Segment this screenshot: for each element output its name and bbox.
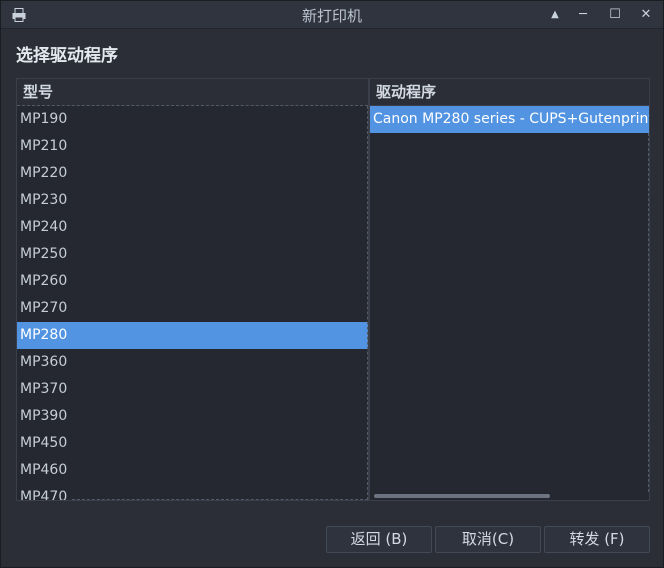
horizontal-scrollbar[interactable] xyxy=(374,494,550,498)
forward-button[interactable]: 转发 (F) xyxy=(544,526,650,553)
model-list[interactable]: MP190 MP210 MP220 MP230 MP240 MP250 MP260 MP270… xyxy=(17,106,368,500)
model-list-item[interactable]: MP460 xyxy=(17,457,368,484)
model-list-item[interactable]: MP230 xyxy=(17,187,368,214)
back-button[interactable]: 返回 (B) xyxy=(326,526,432,553)
title-bar[interactable]: 新打印机 ▲ ─ ☐ ✕ xyxy=(1,1,663,29)
model-list-item[interactable]: MP280 xyxy=(17,322,368,349)
model-list-bottom-border xyxy=(72,499,368,500)
model-list-item[interactable]: MP190 xyxy=(17,106,368,133)
model-list-border xyxy=(367,106,368,500)
model-list-item[interactable]: MP220 xyxy=(17,160,368,187)
driver-list-border xyxy=(648,133,649,492)
model-list-item[interactable]: MP450 xyxy=(17,430,368,457)
driver-column-header[interactable]: 驱动程序 xyxy=(370,79,649,106)
model-column-header[interactable]: 型号 xyxy=(17,79,368,106)
close-button[interactable]: ✕ xyxy=(637,6,655,24)
model-list-item[interactable]: MP360 xyxy=(17,349,368,376)
model-list-item[interactable]: MP240 xyxy=(17,214,368,241)
shade-button[interactable]: ▲ xyxy=(546,6,564,24)
model-list-item[interactable]: MP250 xyxy=(17,241,368,268)
model-list-item[interactable]: MP270 xyxy=(17,295,368,322)
driver-list-item[interactable]: Canon MP280 series - CUPS+Gutenprint xyxy=(370,106,649,133)
cancel-button[interactable]: 取消(C) xyxy=(435,526,541,553)
driver-list[interactable]: Canon MP280 series - CUPS+Gutenprint xyxy=(370,106,649,133)
maximize-button[interactable]: ☐ xyxy=(606,6,624,24)
model-list-item[interactable]: MP260 xyxy=(17,268,368,295)
driver-list-pane[interactable]: 驱动程序 Canon MP280 series - CUPS+Gutenprin… xyxy=(369,78,650,501)
dialog-window: 新打印机 ▲ ─ ☐ ✕ 选择驱动程序 型号 MP190 MP210 MP220 MP… xyxy=(0,0,664,568)
model-list-item[interactable]: MP210 xyxy=(17,133,368,160)
model-list-pane[interactable]: 型号 MP190 MP210 MP220 MP230 MP240 MP250 MP260 MP… xyxy=(16,78,369,501)
model-list-item[interactable]: MP390 xyxy=(17,403,368,430)
minimize-button[interactable]: ─ xyxy=(574,6,592,24)
page-title: 选择驱动程序 xyxy=(16,46,118,66)
model-list-item[interactable]: MP370 xyxy=(17,376,368,403)
